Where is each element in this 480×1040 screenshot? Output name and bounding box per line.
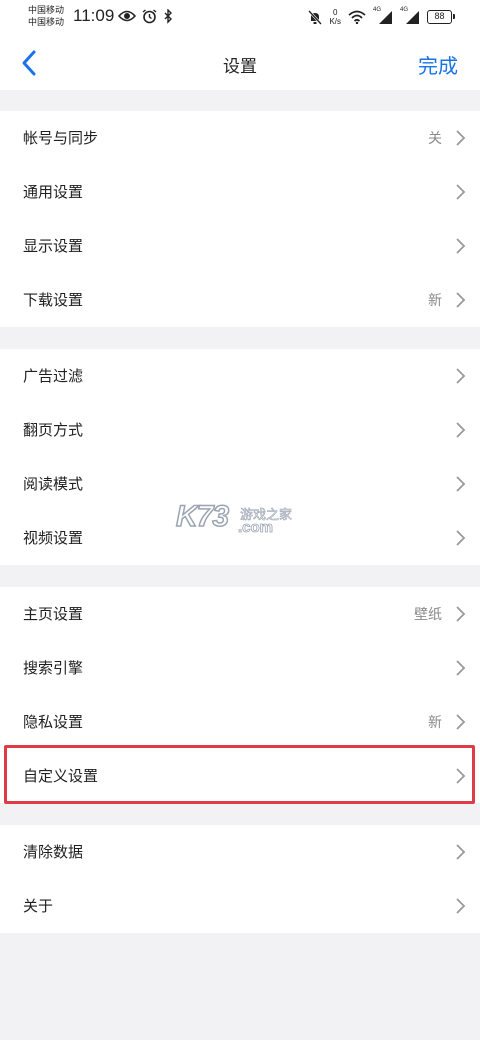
eye-icon [118,10,136,22]
chevron-right-icon [456,238,466,254]
settings-item-homepage[interactable]: 主页设置 壁纸 [0,587,480,641]
watermark-domain: .com [238,519,274,537]
item-value: 关 [428,131,442,147]
chevron-right-icon [456,422,466,438]
navigation-header: 设置 完成 [0,36,480,90]
settings-group-data: 清除数据 关于 [0,825,480,933]
settings-item-custom[interactable]: 自定义设置 [0,749,480,803]
watermark-brand: K73 [175,499,230,534]
chevron-right-icon [456,130,466,146]
item-value: 新 [428,715,442,731]
signal-bars-icon [379,11,392,24]
settings-item-about[interactable]: 关于 [0,879,480,933]
bluetooth-icon [164,9,172,24]
signal-2: 4G [400,7,420,25]
settings-group-account: 帐号与同步 关 通用设置 显示设置 下载设置 新 [0,111,480,327]
carrier-1: 中国移动 [28,6,65,16]
carrier-2: 中国移动 [28,18,65,28]
chevron-right-icon [456,606,466,622]
chevron-right-icon [456,714,466,730]
signal-1: 4G [373,7,393,25]
status-bar: 中国移动 中国移动 11:09 0 K/s 4G 4G 88 [0,0,480,36]
settings-item-clear-data[interactable]: 清除数据 [0,825,480,879]
carrier-labels: 中国移动 中国移动 [28,5,64,29]
settings-item-search-engine[interactable]: 搜索引擎 [0,641,480,695]
chevron-right-icon [456,368,466,384]
settings-item-ad-filter[interactable]: 广告过滤 [0,349,480,403]
battery-indicator: 88 [427,10,455,24]
chevron-right-icon [456,660,466,676]
chevron-right-icon [456,768,466,784]
settings-item-privacy[interactable]: 隐私设置 新 [0,695,480,749]
chevron-right-icon [456,184,466,200]
settings-item-general[interactable]: 通用设置 [0,165,480,219]
mute-icon [308,9,323,25]
item-value: 新 [428,293,442,309]
settings-group-home: 主页设置 壁纸 搜索引擎 隐私设置 新 自定义设置 [0,587,480,803]
settings-item-display[interactable]: 显示设置 [0,219,480,273]
item-value: 壁纸 [414,607,442,623]
net-speed: 0 K/s [329,8,341,26]
settings-item-download[interactable]: 下载设置 新 [0,273,480,327]
chevron-right-icon [456,844,466,860]
done-button[interactable]: 完成 [418,50,458,79]
clock: 11:09 [73,6,115,25]
settings-item-account-sync[interactable]: 帐号与同步 关 [0,111,480,165]
settings-item-page-turn[interactable]: 翻页方式 [0,403,480,457]
chevron-right-icon [456,530,466,546]
chevron-right-icon [456,898,466,914]
page-title: 设置 [223,57,257,77]
signal-bars-icon [406,11,419,24]
chevron-right-icon [456,476,466,492]
chevron-right-icon [456,292,466,308]
alarm-icon [142,9,157,24]
k73-watermark: K73 游戏之家 .com [175,499,306,540]
wifi-icon [348,10,366,24]
